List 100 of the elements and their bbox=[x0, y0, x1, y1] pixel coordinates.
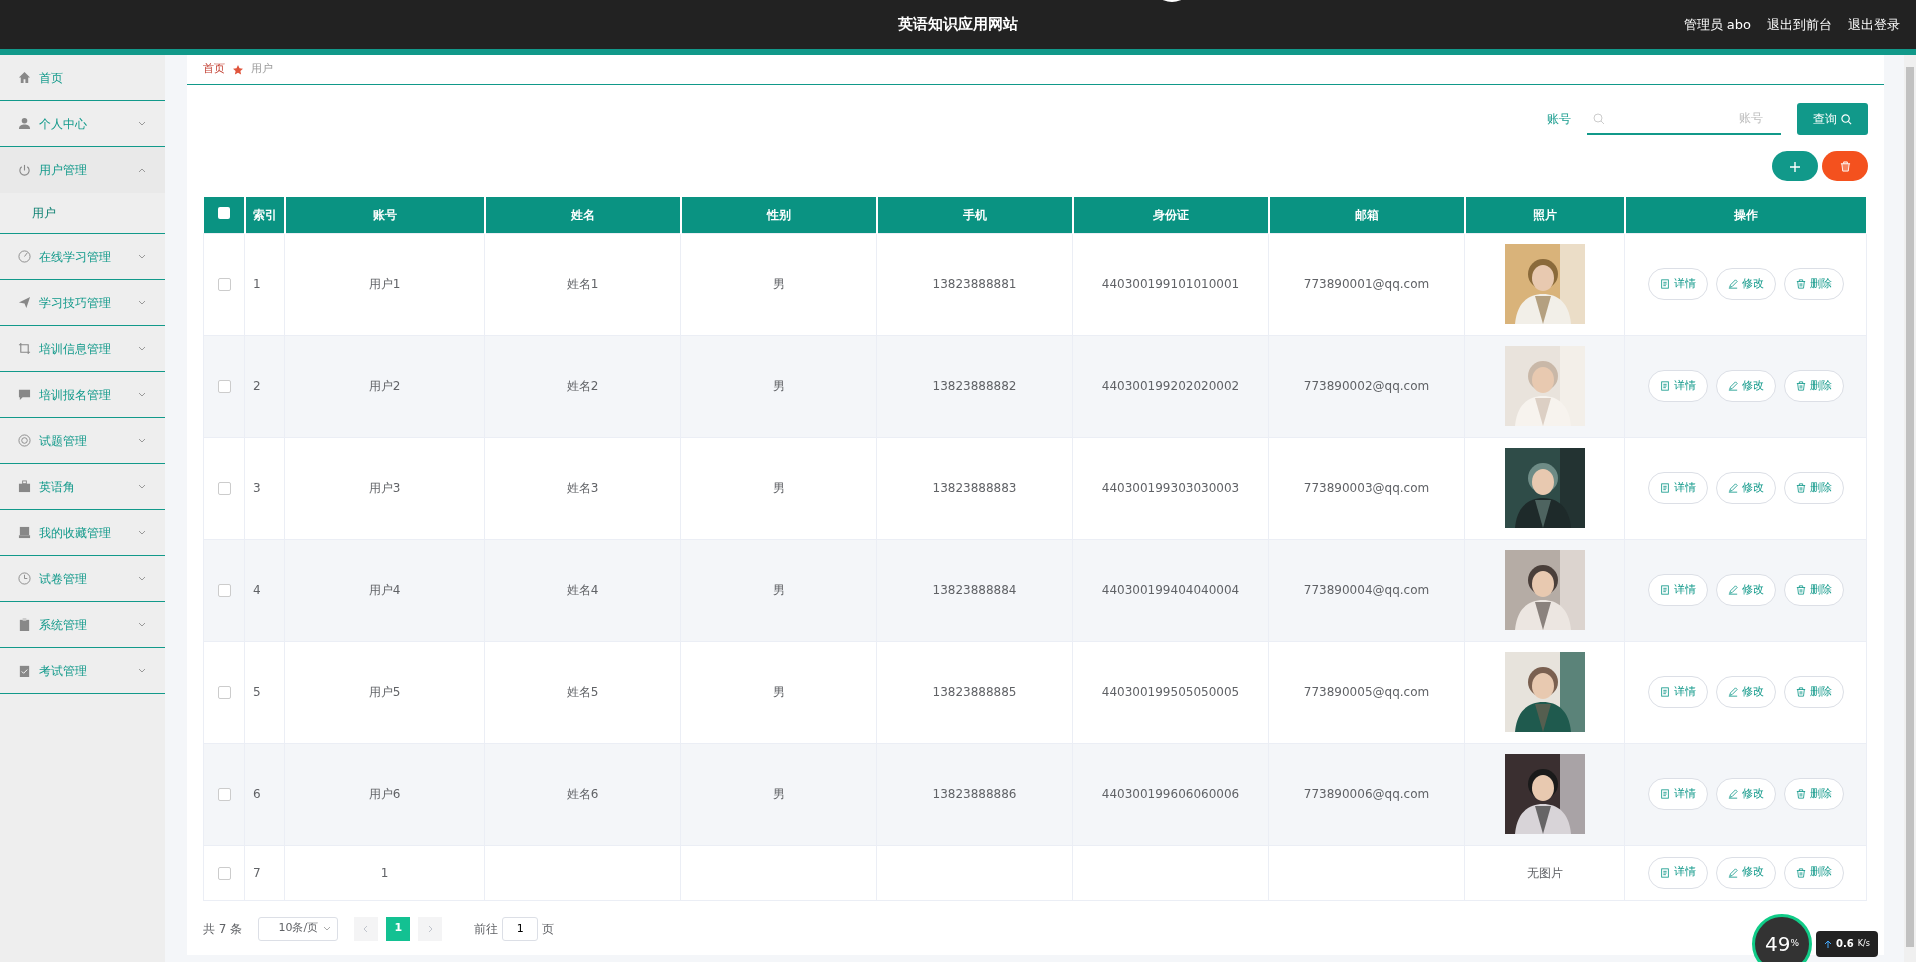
header-link[interactable]: 管理员 abo bbox=[1683, 14, 1751, 35]
table-cell: 3 bbox=[253, 481, 261, 495]
sidebar-item[interactable]: 在线学习管理 bbox=[0, 234, 165, 280]
details-button[interactable]: 详情 bbox=[1647, 856, 1708, 889]
column-header: 照片 bbox=[1532, 207, 1557, 222]
row-checkbox[interactable] bbox=[217, 380, 231, 393]
next-page-button[interactable] bbox=[418, 916, 443, 941]
sidebar-item[interactable]: 我的收藏管理 bbox=[0, 510, 165, 556]
page-suffix: 页 bbox=[542, 920, 555, 938]
sidebar-subitem[interactable]: 用户 bbox=[0, 193, 165, 233]
table-cell: 姓名5 bbox=[566, 685, 599, 699]
details-button[interactable]: 详情 bbox=[1647, 676, 1708, 708]
chevron-right-icon bbox=[426, 925, 435, 933]
edit-button[interactable]: 修改 bbox=[1715, 268, 1776, 300]
breadcrumb-item[interactable]: 首页 bbox=[203, 61, 225, 78]
user-icon bbox=[18, 117, 31, 130]
header-link[interactable]: 退出到前台 bbox=[1767, 14, 1832, 35]
remove-button[interactable]: 删除 bbox=[1783, 268, 1844, 300]
table-cell: 773890002@qq.com bbox=[1303, 379, 1430, 393]
trash-icon bbox=[1795, 687, 1806, 697]
table-cell: 用户4 bbox=[368, 583, 401, 597]
speed-unit: K/s bbox=[1857, 937, 1870, 950]
row-checkbox[interactable] bbox=[217, 686, 231, 699]
delete-button[interactable] bbox=[1822, 151, 1868, 181]
table-cell: 440300199606060006 bbox=[1101, 787, 1240, 801]
remove-button[interactable]: 删除 bbox=[1783, 676, 1844, 708]
column-header: 账号 bbox=[372, 207, 397, 222]
remove-button[interactable]: 删除 bbox=[1783, 370, 1844, 402]
document-icon bbox=[1659, 585, 1670, 595]
sidebar-item[interactable]: 试卷管理 bbox=[0, 556, 165, 602]
remove-button[interactable]: 删除 bbox=[1783, 472, 1844, 504]
table-cell: 13823888886 bbox=[932, 787, 1017, 801]
table-cell: 用户3 bbox=[368, 481, 401, 495]
table-cell: 姓名4 bbox=[566, 583, 599, 597]
table-cell: 用户5 bbox=[368, 685, 401, 699]
table-cell: 用户2 bbox=[368, 379, 401, 393]
trash-icon bbox=[1795, 867, 1806, 878]
pencil-icon bbox=[1727, 687, 1738, 697]
search-button[interactable]: 查询 bbox=[1797, 103, 1868, 135]
percent-unit: % bbox=[1790, 936, 1799, 950]
row-checkbox[interactable] bbox=[217, 788, 231, 801]
table-cell: 440300199101010001 bbox=[1101, 277, 1240, 291]
sidebar-item[interactable]: 英语角 bbox=[0, 464, 165, 510]
column-header: 手机 bbox=[962, 207, 987, 222]
row-checkbox[interactable] bbox=[217, 584, 231, 597]
power-icon bbox=[18, 163, 31, 177]
details-button[interactable]: 详情 bbox=[1647, 472, 1708, 504]
trash-icon bbox=[1795, 279, 1806, 289]
sidebar-item[interactable]: 培训信息管理 bbox=[0, 326, 165, 372]
sidebar-item[interactable]: 考试管理 bbox=[0, 648, 165, 694]
table-cell: 773890003@qq.com bbox=[1303, 481, 1430, 495]
table-cell: 男 bbox=[772, 787, 785, 801]
pencil-icon bbox=[1727, 585, 1738, 595]
details-button[interactable]: 详情 bbox=[1647, 778, 1708, 810]
total-count: 共 7 条 bbox=[203, 920, 243, 938]
pencil-icon bbox=[1727, 483, 1738, 493]
ring-icon bbox=[18, 434, 31, 447]
edit-button[interactable]: 修改 bbox=[1715, 472, 1776, 504]
sidebar-item[interactable]: 培训报名管理 bbox=[0, 372, 165, 418]
table-cell: 男 bbox=[772, 583, 785, 597]
row-checkbox[interactable] bbox=[217, 866, 231, 880]
row-checkbox[interactable] bbox=[217, 482, 231, 495]
edit-button[interactable]: 修改 bbox=[1715, 574, 1776, 606]
remove-button[interactable]: 删除 bbox=[1783, 574, 1844, 606]
row-checkbox[interactable] bbox=[217, 278, 231, 291]
sidebar-item[interactable]: 系统管理 bbox=[0, 602, 165, 648]
trash-icon bbox=[1795, 585, 1806, 595]
table-cell: 姓名2 bbox=[566, 379, 599, 393]
column-header: 邮箱 bbox=[1354, 207, 1379, 222]
sidebar-item[interactable]: 学习技巧管理 bbox=[0, 280, 165, 326]
trash-icon bbox=[1795, 381, 1806, 391]
header-link[interactable]: 退出登录 bbox=[1848, 14, 1900, 35]
add-button[interactable] bbox=[1772, 151, 1818, 181]
site-title: 英语知识应用网站 bbox=[898, 15, 1018, 34]
scrollbar[interactable] bbox=[1904, 55, 1916, 962]
sidebar-item[interactable]: 试题管理 bbox=[0, 418, 165, 464]
edit-button[interactable]: 修改 bbox=[1715, 778, 1776, 810]
remove-button[interactable]: 删除 bbox=[1783, 778, 1844, 810]
details-button[interactable]: 详情 bbox=[1647, 574, 1708, 606]
percent-value: 49 bbox=[1765, 930, 1791, 958]
document-icon bbox=[1659, 279, 1670, 289]
edit-button[interactable]: 修改 bbox=[1715, 370, 1776, 402]
edit-button[interactable]: 修改 bbox=[1715, 676, 1776, 708]
arrow-up-icon bbox=[1824, 939, 1832, 948]
table-cell: 姓名3 bbox=[566, 481, 599, 495]
select-all-checkbox[interactable] bbox=[217, 206, 230, 219]
edit-button[interactable]: 修改 bbox=[1715, 856, 1776, 889]
breadcrumb-item: 用户 bbox=[251, 61, 273, 78]
pencil-icon bbox=[1727, 789, 1738, 799]
table-cell: 2 bbox=[253, 379, 261, 393]
sidebar-item[interactable]: 首页 bbox=[0, 55, 165, 101]
trash-icon bbox=[1795, 789, 1806, 799]
previous-page-button[interactable] bbox=[354, 916, 379, 941]
page-size-select[interactable]: 10条/页 bbox=[258, 916, 339, 941]
details-button[interactable]: 详情 bbox=[1647, 268, 1708, 300]
remove-button[interactable]: 删除 bbox=[1783, 856, 1844, 889]
page-input[interactable]: 1 bbox=[502, 916, 539, 941]
page-button[interactable]: 1 bbox=[386, 916, 411, 941]
details-button[interactable]: 详情 bbox=[1647, 370, 1708, 402]
document-icon bbox=[1659, 381, 1670, 391]
